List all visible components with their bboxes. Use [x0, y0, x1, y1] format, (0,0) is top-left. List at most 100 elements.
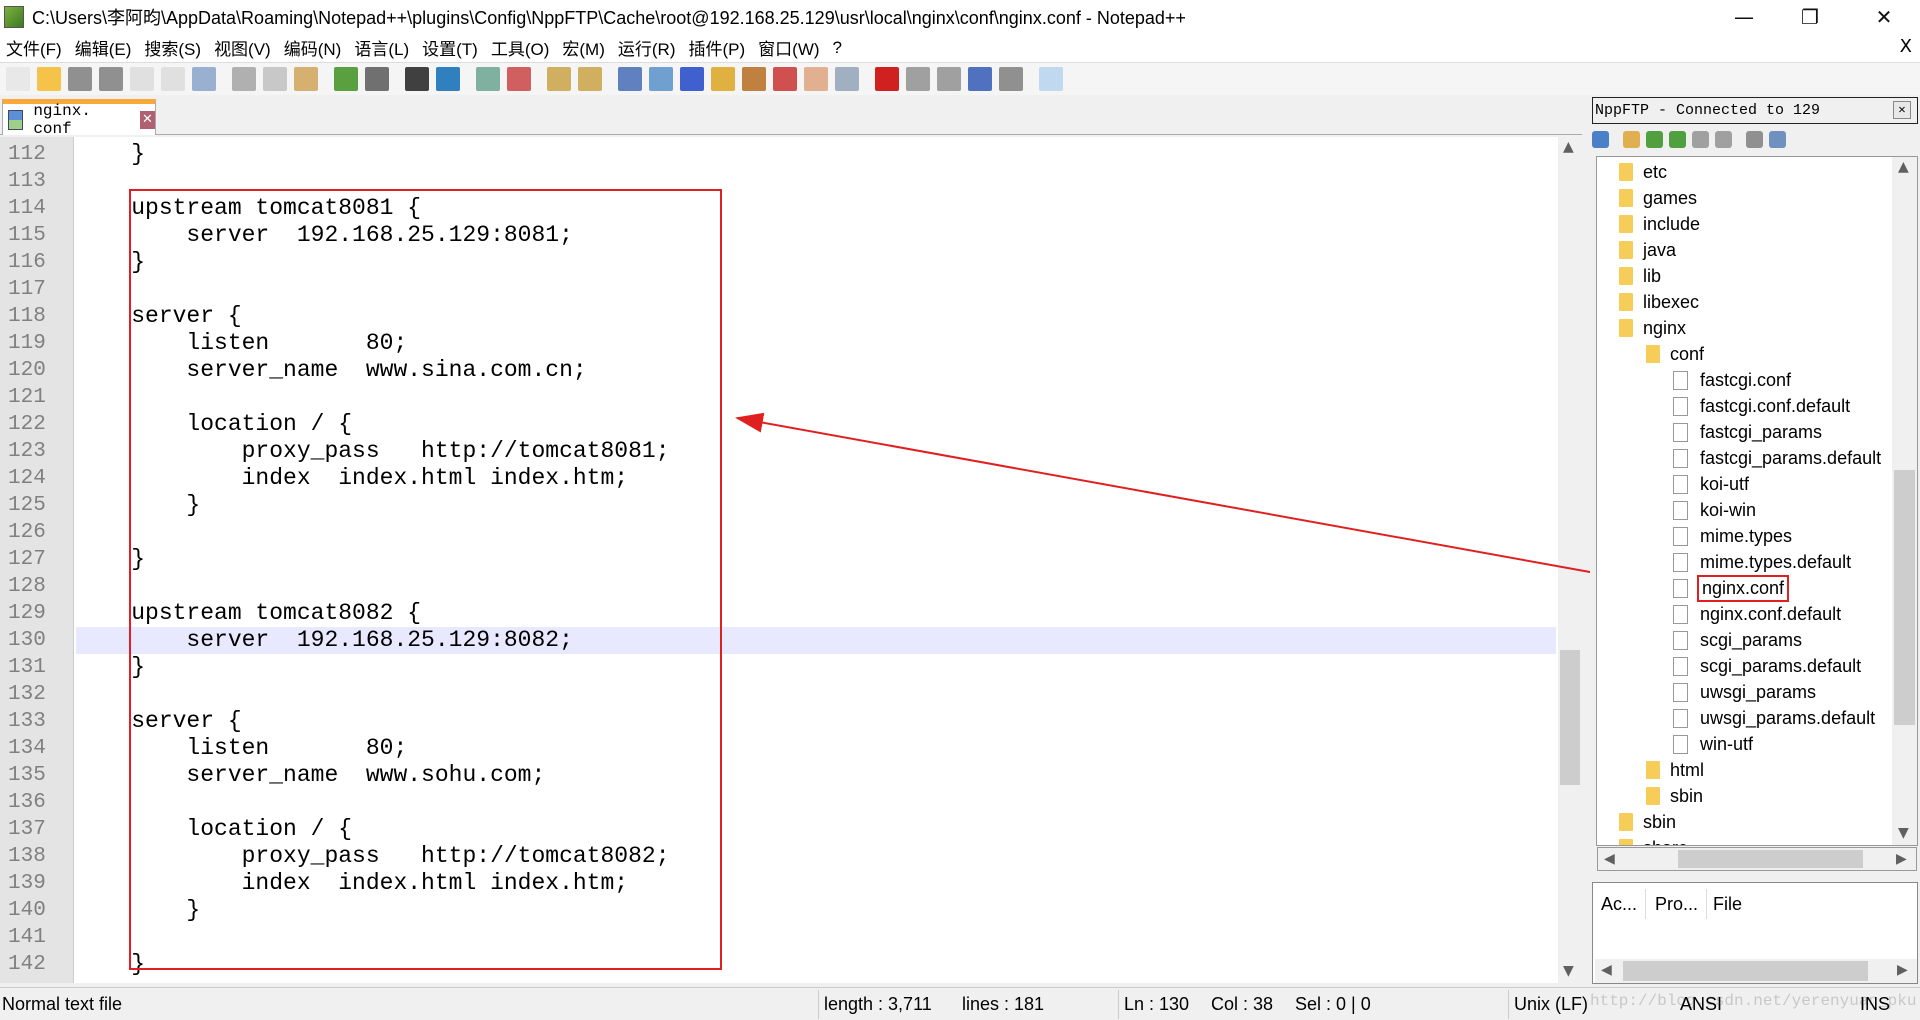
save-icon[interactable]	[68, 67, 92, 91]
tree-scroll-thumb[interactable]	[1894, 470, 1915, 725]
tree-item-nginx-conf[interactable]: nginx.conf	[1673, 574, 1790, 602]
folder-workspace-icon[interactable]	[804, 67, 828, 91]
zoom-in-icon[interactable]	[476, 67, 500, 91]
abort-icon[interactable]	[1715, 130, 1732, 148]
tree-item-sbin[interactable]: sbin	[1646, 783, 1703, 809]
menu-item[interactable]: 文件(F)	[6, 35, 62, 60]
menu-item[interactable]: 视图(V)	[214, 35, 271, 60]
tree-item-fastcgi-params-default[interactable]: fastcgi_params.default	[1673, 445, 1881, 471]
menu-item[interactable]: 运行(R)	[618, 35, 676, 60]
menu-item[interactable]: 插件(P)	[688, 35, 745, 60]
close-window-button[interactable]: ✕	[1856, 0, 1912, 33]
close-document-button[interactable]: X	[1900, 36, 1912, 57]
tree-item-fastcgi-params[interactable]: fastcgi_params	[1673, 419, 1822, 445]
tree-item-share[interactable]: share	[1619, 835, 1688, 845]
stop-record-icon[interactable]	[906, 67, 930, 91]
tree-item-nginx[interactable]: nginx	[1619, 315, 1686, 341]
function-list-icon[interactable]	[773, 67, 797, 91]
connect-icon[interactable]	[1592, 130, 1609, 148]
new-file-icon[interactable]	[6, 67, 30, 91]
tree-item-koi-win[interactable]: koi-win	[1673, 497, 1756, 523]
scroll-left-icon[interactable]: ◀	[1604, 851, 1615, 867]
refresh-icon[interactable]	[1692, 130, 1709, 148]
redo-icon[interactable]	[365, 67, 389, 91]
find-icon[interactable]	[405, 67, 429, 91]
play-macro-icon[interactable]	[937, 67, 961, 91]
tree-item-fastcgi-conf[interactable]: fastcgi.conf	[1673, 367, 1791, 393]
scroll-right-icon[interactable]: ▶	[1896, 851, 1907, 867]
tree-item-html[interactable]: html	[1646, 757, 1704, 783]
tree-item-games[interactable]: games	[1619, 185, 1697, 211]
tree-item-mime-types[interactable]: mime.types	[1673, 523, 1792, 549]
scroll-up-icon[interactable]: ▲	[1563, 139, 1574, 155]
message-window-icon[interactable]	[1769, 130, 1786, 148]
sync-horizontal-icon[interactable]	[578, 67, 602, 91]
menu-item[interactable]: ?	[833, 38, 842, 58]
tree-item-koi-utf[interactable]: koi-utf	[1673, 471, 1749, 497]
tab-nginx-conf[interactable]: nginx. conf ✕	[2, 99, 156, 138]
tree-item-lib[interactable]: lib	[1619, 263, 1661, 289]
close-tab-icon[interactable]: ✕	[139, 110, 155, 129]
menu-item[interactable]: 编辑(E)	[75, 35, 132, 60]
indent-guide-icon[interactable]	[680, 67, 704, 91]
settings-icon[interactable]	[1746, 130, 1763, 148]
tree-item-java[interactable]: java	[1619, 237, 1676, 263]
tree-item-sbin[interactable]: sbin	[1619, 809, 1676, 835]
nppftp-close-button[interactable]: ✕	[1893, 101, 1911, 119]
scroll-down-icon[interactable]: ▼	[1563, 963, 1574, 979]
paste-icon[interactable]	[294, 67, 318, 91]
menu-item[interactable]: 搜索(S)	[144, 35, 201, 60]
tree-item-fastcgi-conf-default[interactable]: fastcgi.conf.default	[1673, 393, 1850, 419]
tree-item-scgi-params-default[interactable]: scgi_params.default	[1673, 653, 1861, 679]
tree-item-conf[interactable]: conf	[1646, 341, 1704, 367]
tree-item-include[interactable]: include	[1619, 211, 1700, 237]
tree-item-mime-types-default[interactable]: mime.types.default	[1673, 549, 1851, 575]
scroll-up-icon[interactable]: ▲	[1898, 159, 1909, 175]
sync-vertical-icon[interactable]	[547, 67, 571, 91]
restore-button[interactable]: ❐	[1782, 0, 1838, 33]
document-map-icon[interactable]	[742, 67, 766, 91]
editor-scroll-thumb[interactable]	[1560, 650, 1580, 785]
save-macro-icon[interactable]	[999, 67, 1023, 91]
queue-header-file[interactable]: File	[1713, 889, 1750, 919]
scroll-down-icon[interactable]: ▼	[1898, 825, 1909, 841]
copy-icon[interactable]	[263, 67, 287, 91]
tree-item-uwsgi-params-default[interactable]: uwsgi_params.default	[1673, 705, 1875, 731]
tree-item-libexec[interactable]: libexec	[1619, 289, 1699, 315]
zoom-out-icon[interactable]	[507, 67, 531, 91]
cut-icon[interactable]	[232, 67, 256, 91]
tree-item-win-utf[interactable]: win-utf	[1673, 731, 1753, 757]
menu-item[interactable]: 语言(L)	[354, 35, 409, 60]
tree-item-uwsgi-params[interactable]: uwsgi_params	[1673, 679, 1816, 705]
scroll-right-icon[interactable]: ▶	[1897, 962, 1908, 978]
close-icon[interactable]	[130, 67, 154, 91]
nppftp-icon[interactable]	[1039, 67, 1063, 91]
tree-hscroll-thumb[interactable]	[1678, 850, 1863, 868]
queue-scroll-thumb[interactable]	[1623, 961, 1868, 981]
editor-vertical-scrollbar[interactable]: ▲ ▼	[1558, 137, 1582, 983]
print-icon[interactable]	[192, 67, 216, 91]
queue-horizontal-scrollbar[interactable]: ◀ ▶	[1595, 959, 1917, 983]
upload-icon[interactable]	[1669, 130, 1686, 148]
open-directory-icon[interactable]	[1623, 130, 1640, 148]
show-all-chars-icon[interactable]	[649, 67, 673, 91]
menu-item[interactable]: 设置(T)	[422, 35, 478, 60]
tree-horizontal-scrollbar[interactable]: ◀ ▶	[1597, 847, 1917, 871]
tree-item-scgi-params[interactable]: scgi_params	[1673, 627, 1802, 653]
download-icon[interactable]	[1646, 130, 1663, 148]
close-all-icon[interactable]	[161, 67, 185, 91]
undo-icon[interactable]	[334, 67, 358, 91]
run-macro-multiple-icon[interactable]	[968, 67, 992, 91]
remote-file-tree[interactable]: etc games include java lib libexec nginx conf fa…	[1596, 156, 1918, 846]
monitoring-icon[interactable]	[835, 67, 859, 91]
save-all-icon[interactable]	[99, 67, 123, 91]
minimize-button[interactable]: —	[1716, 0, 1772, 33]
queue-header-progress[interactable]: Pro...	[1655, 889, 1708, 919]
replace-icon[interactable]	[436, 67, 460, 91]
menu-item[interactable]: 窗口(W)	[758, 35, 819, 60]
word-wrap-icon[interactable]	[618, 67, 642, 91]
menu-item[interactable]: 宏(M)	[562, 35, 604, 60]
code-editor[interactable]: 112 113 114 115 116 117 118 119 120 121 122 123 124 1…	[0, 137, 1582, 983]
menu-item[interactable]: 工具(O)	[491, 35, 550, 60]
user-language-icon[interactable]	[711, 67, 735, 91]
